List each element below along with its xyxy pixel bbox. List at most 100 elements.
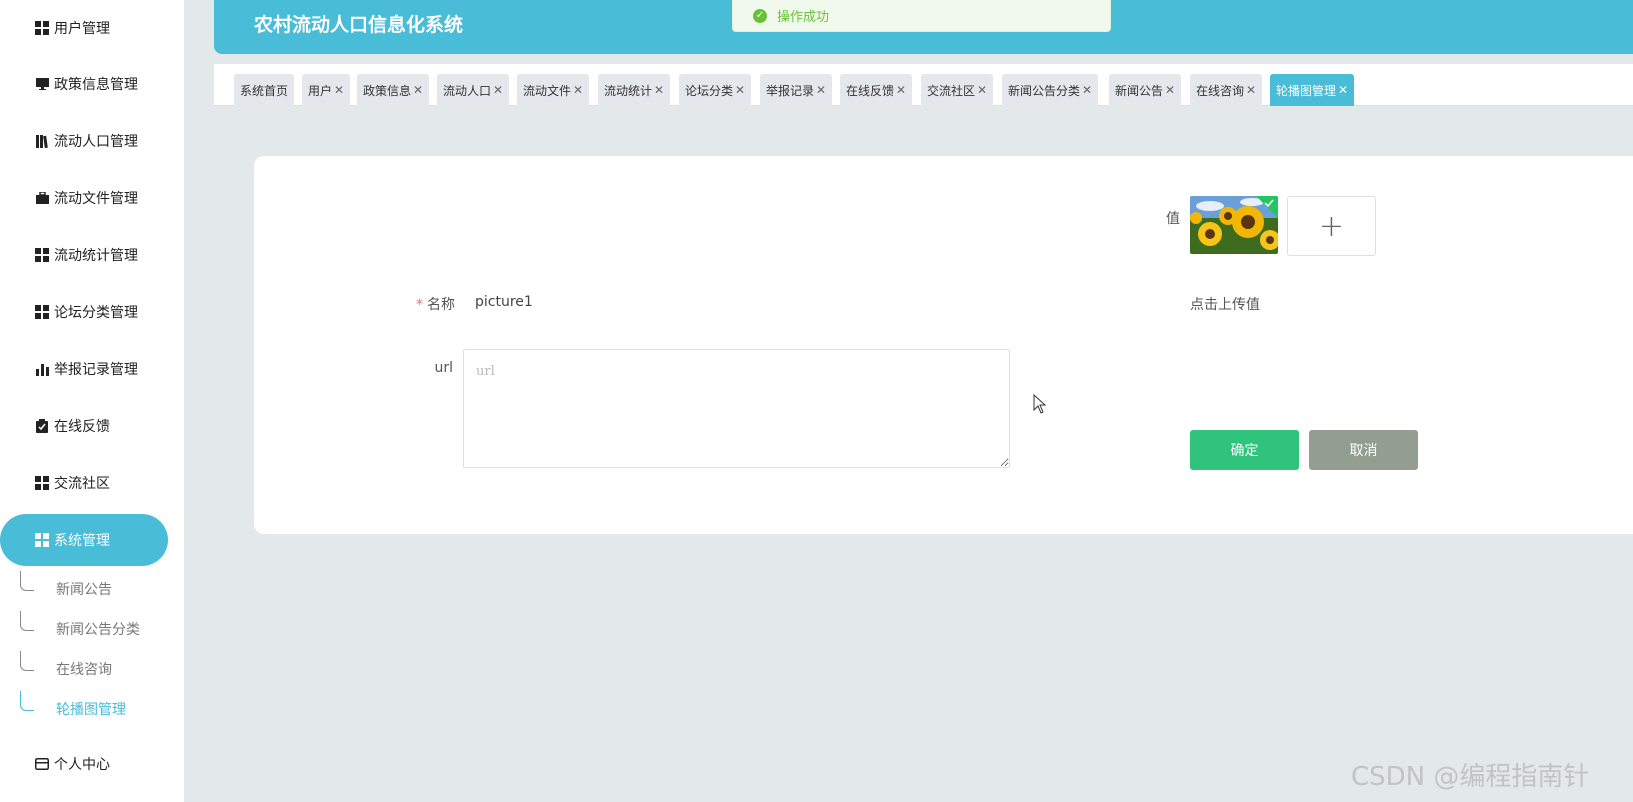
grid-icon [35, 21, 49, 35]
close-icon[interactable]: ✕ [1165, 83, 1175, 97]
clipboard-icon [35, 419, 49, 433]
grid-icon [35, 476, 49, 490]
sunflower-image [1190, 196, 1278, 254]
sidebar: 用户管理 政策信息管理 流动人口管理 流动文件管理 流动统计管理 论坛分类管理 … [0, 0, 184, 802]
close-icon[interactable]: ✕ [816, 83, 826, 97]
sidebar-item-report-management[interactable]: 举报记录管理 [0, 343, 168, 395]
name-label-text: 名称 [427, 297, 455, 313]
sidebar-item-community[interactable]: 交流社区 [0, 457, 168, 509]
form-card [254, 156, 1633, 534]
tab-reports[interactable]: 举报记录 ✕ [760, 74, 833, 106]
confirm-button[interactable]: 确定 [1190, 430, 1299, 470]
close-icon[interactable]: ✕ [1082, 83, 1092, 97]
name-label: * 名称 [400, 294, 455, 314]
tab-forum-category[interactable]: 论坛分类 ✕ [679, 74, 752, 106]
tab-label: 新闻公告分类 [1008, 83, 1081, 98]
close-icon[interactable]: ✕ [977, 83, 987, 97]
tab-label: 用户 [308, 83, 333, 98]
sidebar-item-label: 论坛分类管理 [54, 305, 138, 321]
sidebar-item-online-feedback[interactable]: 在线反馈 [0, 400, 168, 452]
tab-news[interactable]: 新闻公告 ✕ [1109, 74, 1182, 106]
close-icon[interactable]: ✕ [413, 83, 423, 97]
sidebar-item-label: 用户管理 [54, 21, 110, 37]
tab-label: 轮播图管理 [1276, 83, 1337, 98]
sidebar-item-label: 交流社区 [54, 476, 110, 492]
sidebar-item-label: 流动文件管理 [54, 191, 138, 207]
tab-files[interactable]: 流动文件 ✕ [517, 74, 590, 106]
briefcase-icon [35, 191, 49, 205]
submenu-item-news-category[interactable]: 新闻公告分类 [0, 611, 180, 647]
submenu-item-online-consult[interactable]: 在线咨询 [0, 651, 180, 687]
sidebar-item-label: 流动人口管理 [54, 134, 138, 150]
book-icon [35, 134, 49, 148]
tab-label: 交流社区 [927, 83, 976, 98]
cancel-button[interactable]: 取消 [1309, 430, 1418, 470]
bar-chart-icon [35, 362, 49, 376]
submenu-item-label: 在线咨询 [56, 662, 112, 678]
close-icon[interactable]: ✕ [334, 83, 344, 97]
sidebar-item-label: 流动统计管理 [54, 248, 138, 264]
upload-hint: 点击上传值 [1190, 297, 1260, 313]
mouse-cursor-icon [1033, 393, 1047, 418]
close-icon[interactable]: ✕ [896, 83, 906, 97]
sidebar-item-label: 个人中心 [54, 757, 110, 773]
check-circle-icon: ✓ [753, 8, 767, 23]
toast-message: 操作成功 [777, 10, 830, 25]
sidebar-item-personal-center[interactable]: 个人中心 [0, 738, 168, 790]
close-icon[interactable]: ✕ [1338, 83, 1348, 97]
grid-icon [35, 533, 49, 547]
tree-branch-line [20, 651, 34, 671]
submenu-item-label: 轮播图管理 [56, 702, 126, 718]
grid-icon [35, 248, 49, 262]
tree-branch-line [20, 611, 34, 631]
tab-label: 在线咨询 [1196, 83, 1245, 98]
close-icon[interactable]: ✕ [573, 83, 583, 97]
sidebar-item-label: 政策信息管理 [54, 77, 138, 93]
tab-carousel-management[interactable]: 轮播图管理 ✕ [1270, 74, 1355, 106]
sidebar-item-migrant-management[interactable]: 流动人口管理 [0, 115, 168, 167]
card-icon [35, 757, 49, 771]
close-icon[interactable]: ✕ [1246, 83, 1256, 97]
value-label: 值 [1166, 211, 1180, 227]
tab-label: 在线反馈 [846, 83, 895, 98]
uploaded-image-thumbnail[interactable] [1190, 196, 1278, 254]
sidebar-item-statistics-management[interactable]: 流动统计管理 [0, 229, 168, 281]
tab-label: 流动统计 [604, 83, 653, 98]
url-label: url [434, 360, 453, 376]
tab-news-category[interactable]: 新闻公告分类 ✕ [1002, 74, 1099, 106]
tab-statistics[interactable]: 流动统计 ✕ [598, 74, 671, 106]
sidebar-item-forum-category-management[interactable]: 论坛分类管理 [0, 286, 168, 338]
tab-home[interactable]: 系统首页 [234, 74, 295, 106]
plus-icon: + [1318, 208, 1345, 244]
name-value: picture1 [475, 294, 533, 310]
tab-online-consult[interactable]: 在线咨询 ✕ [1190, 74, 1263, 106]
tab-feedback[interactable]: 在线反馈 ✕ [840, 74, 913, 106]
submenu-item-label: 新闻公告 [56, 582, 112, 598]
tab-label: 新闻公告 [1115, 83, 1164, 98]
tab-community[interactable]: 交流社区 ✕ [921, 74, 994, 106]
upload-button[interactable]: + [1287, 196, 1376, 256]
close-icon[interactable]: ✕ [493, 83, 503, 97]
tab-label: 流动文件 [523, 83, 572, 98]
submenu-item-news[interactable]: 新闻公告 [0, 571, 180, 607]
tab-label: 举报记录 [766, 83, 815, 98]
sidebar-item-file-management[interactable]: 流动文件管理 [0, 172, 168, 224]
tab-migrants[interactable]: 流动人口 ✕ [437, 74, 510, 106]
submenu-item-carousel-management[interactable]: 轮播图管理 [0, 691, 180, 727]
tab-bar: 系统首页 用户 ✕ 政策信息 ✕ 流动人口 ✕ 流动文件 ✕ 流动统计 ✕ 论坛分类 ✕ 举… [214, 64, 1633, 106]
tab-label: 论坛分类 [685, 83, 734, 98]
grid-icon [35, 305, 49, 319]
url-textarea[interactable] [463, 349, 1010, 468]
monitor-icon [35, 77, 49, 91]
required-mark: * [416, 297, 423, 313]
tab-policy[interactable]: 政策信息 ✕ [357, 74, 430, 106]
sidebar-item-user-management[interactable]: 用户管理 [0, 2, 168, 54]
sidebar-item-policy-management[interactable]: 政策信息管理 [0, 58, 168, 110]
watermark: CSDN @编程指南针 [1351, 762, 1590, 792]
tab-users[interactable]: 用户 ✕ [302, 74, 351, 106]
sidebar-item-label: 举报记录管理 [54, 362, 138, 378]
close-icon[interactable]: ✕ [735, 83, 745, 97]
sidebar-item-system-management[interactable]: 系统管理 [0, 514, 168, 566]
close-icon[interactable]: ✕ [654, 83, 664, 97]
tree-branch-line [20, 691, 34, 711]
